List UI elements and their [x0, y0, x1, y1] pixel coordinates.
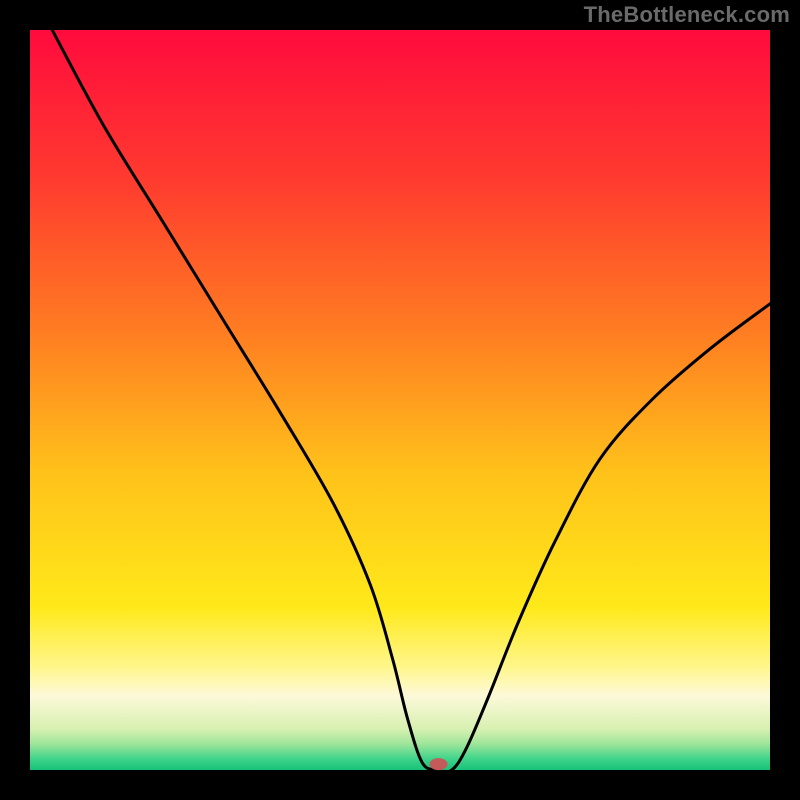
chart-svg [0, 0, 800, 800]
optimal-marker [429, 758, 447, 770]
chart-frame: TheBottleneck.com [0, 0, 800, 800]
watermark-text: TheBottleneck.com [584, 2, 790, 28]
gradient-background [30, 30, 770, 770]
